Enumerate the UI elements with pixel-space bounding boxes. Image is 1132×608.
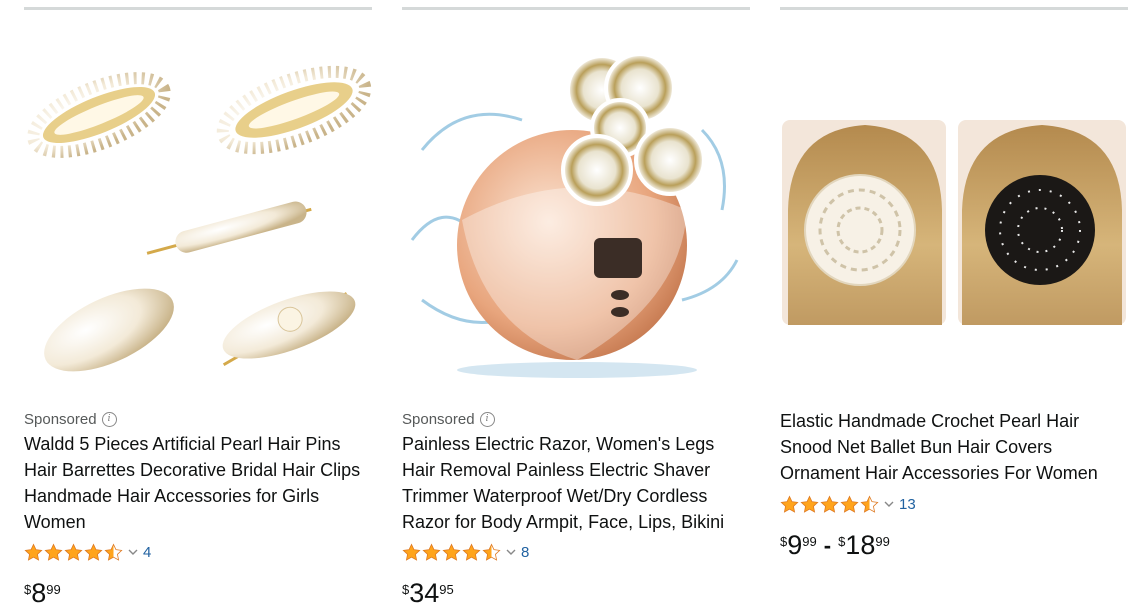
star-rating — [402, 542, 501, 562]
sponsored-label[interactable]: Sponsored i — [24, 411, 117, 428]
star-full-icon — [442, 542, 461, 561]
card-divider — [780, 7, 1128, 10]
star-full-icon — [64, 542, 83, 561]
electric-shaver-icon — [410, 52, 739, 378]
card-divider — [24, 7, 372, 10]
star-full-icon — [84, 542, 103, 561]
product-card-2[interactable]: Sponsored i Painless Electric Razor, Wom… — [402, 0, 750, 608]
product-card-3[interactable]: Elastic Handmade Crochet Pearl Hair Snoo… — [780, 0, 1128, 608]
review-count[interactable]: 13 — [899, 496, 916, 513]
star-full-icon — [462, 542, 481, 561]
star-rating — [780, 494, 879, 514]
card-divider — [402, 7, 750, 10]
product-price[interactable]: $ 34 95 — [402, 578, 454, 608]
review-count[interactable]: 8 — [521, 544, 529, 561]
star-half-icon — [482, 542, 501, 561]
price-separator: - — [823, 533, 832, 558]
hair-snood-icon — [782, 120, 1126, 325]
star-full-icon — [402, 542, 421, 561]
star-full-icon — [780, 494, 799, 513]
product-price[interactable]: $ 8 99 — [24, 578, 61, 608]
review-count[interactable]: 4 — [143, 544, 151, 561]
info-icon[interactable]: i — [101, 412, 117, 427]
product-price-range[interactable]: $ 9 99 - $ 18 99 — [780, 530, 890, 560]
product-card-1[interactable]: Sponsored i Waldd 5 Pieces Artificial Pe… — [24, 0, 372, 608]
product-rating[interactable]: 8 — [402, 542, 529, 562]
star-rating — [24, 542, 123, 562]
product-title[interactable]: Painless Electric Razor, Women's Legs Ha… — [402, 431, 750, 535]
sponsored-label[interactable]: Sponsored i — [402, 411, 495, 428]
star-full-icon — [24, 542, 43, 561]
chevron-down-icon[interactable] — [506, 547, 516, 557]
star-full-icon — [840, 494, 859, 513]
star-full-icon — [800, 494, 819, 513]
product-rating[interactable]: 13 — [780, 494, 916, 514]
star-half-icon — [860, 494, 879, 513]
product-rating[interactable]: 4 — [24, 542, 151, 562]
product-title[interactable]: Elastic Handmade Crochet Pearl Hair Snoo… — [780, 408, 1128, 486]
product-title[interactable]: Waldd 5 Pieces Artificial Pearl Hair Pin… — [24, 431, 372, 535]
star-full-icon — [44, 542, 63, 561]
star-full-icon — [422, 542, 441, 561]
product-image[interactable] — [780, 40, 1128, 390]
info-icon[interactable]: i — [479, 412, 495, 427]
chevron-down-icon[interactable] — [128, 547, 138, 557]
product-image[interactable] — [402, 40, 750, 390]
product-image[interactable] — [24, 40, 372, 390]
pearl-hair-clips-icon — [27, 65, 372, 372]
star-full-icon — [820, 494, 839, 513]
chevron-down-icon[interactable] — [884, 499, 894, 509]
star-half-icon — [104, 542, 123, 561]
